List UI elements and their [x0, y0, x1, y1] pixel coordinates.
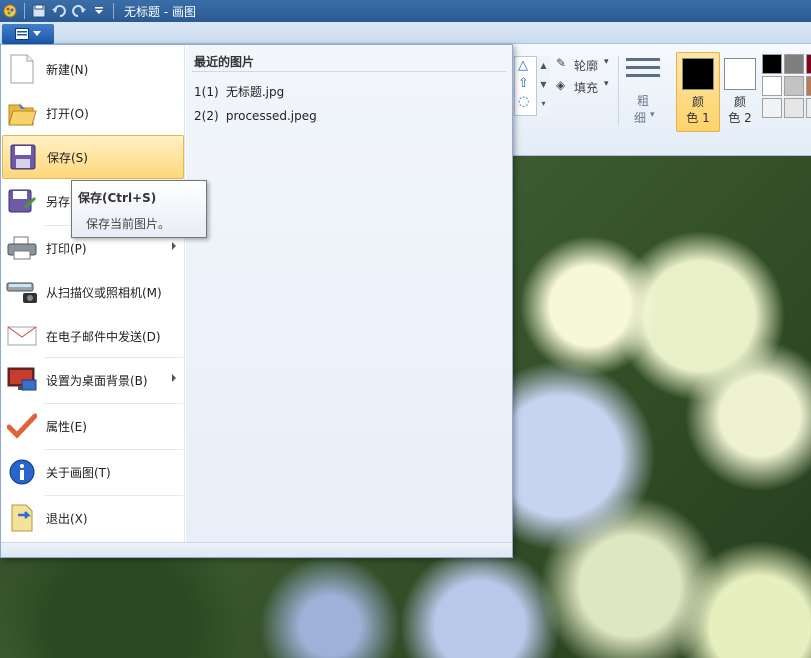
- outline-label[interactable]: 轮廓: [574, 57, 598, 74]
- palette-color-swatch[interactable]: [806, 76, 811, 96]
- file-menu-footer: [1, 542, 512, 557]
- recent-item-name: processed.jpeg: [225, 109, 317, 123]
- shapes-scroll-icon[interactable]: ▲ ▼ ▾: [536, 56, 550, 116]
- save-icon: [10, 144, 36, 170]
- customize-dropdown-icon[interactable]: [89, 1, 109, 21]
- menu-item-email[interactable]: 在电子邮件中发送(D): [2, 314, 184, 358]
- window-title: 无标题 - 画图: [124, 4, 196, 19]
- recent-pictures-panel: 最近的图片 1(1) 无标题.jpg 2(2) processed.jpeg: [186, 45, 512, 542]
- menu-item-label: 打开(O): [46, 106, 89, 121]
- menu-item-label: 打印(P): [46, 241, 87, 256]
- paint-menu-icon: [15, 28, 29, 40]
- palette-color-swatch[interactable]: [806, 98, 811, 118]
- palette-color-swatch[interactable]: [784, 54, 804, 74]
- chevron-down-icon: [33, 31, 41, 36]
- menu-item-label: 从扫描仪或照相机(M): [46, 285, 162, 300]
- menu-item-about[interactable]: 关于画图(T): [2, 450, 184, 494]
- redo-icon[interactable]: [69, 1, 89, 21]
- email-icon: [7, 326, 37, 346]
- file-menu-commands: 新建(N) 打开(O) 保存(S) 另存为 打印(P) 从扫描仪或照相机(M) …: [1, 45, 185, 542]
- menu-item-exit[interactable]: 退出(X): [2, 496, 184, 540]
- triangle-shape-icon[interactable]: △: [518, 58, 528, 73]
- menu-item-label: 关于画图(T): [46, 465, 111, 480]
- color2-label-bottom: 色 2: [728, 111, 752, 125]
- save-icon[interactable]: [29, 1, 49, 21]
- outline-icon: ✎: [556, 56, 567, 70]
- recent-item[interactable]: 1(1) 无标题.jpg: [194, 83, 284, 100]
- recent-item-name: 无标题.jpg: [225, 85, 285, 99]
- color-palette: [762, 54, 811, 118]
- properties-checkmark-icon: [7, 413, 37, 439]
- menu-item-label: 在电子邮件中发送(D): [46, 329, 161, 344]
- palette-color-swatch[interactable]: [762, 98, 782, 118]
- exit-icon: [11, 504, 33, 532]
- tooltip-title: 保存(Ctrl+S): [78, 191, 157, 205]
- palette-color-swatch[interactable]: [784, 98, 804, 118]
- ribbon-separator: [618, 56, 619, 126]
- color2-button[interactable]: 颜 色 2: [718, 52, 762, 132]
- save-as-icon: [8, 189, 36, 213]
- size-dropdown-icon[interactable]: ▾: [650, 110, 655, 120]
- arrow-up-shape-icon[interactable]: ⇧: [518, 76, 529, 91]
- palette-color-swatch[interactable]: [762, 54, 782, 74]
- menu-item-save[interactable]: 保存(S): [2, 135, 184, 179]
- qat-separator: [113, 3, 114, 19]
- outline-dropdown-icon[interactable]: ▾: [604, 57, 609, 67]
- size-label-bottom[interactable]: 细: [634, 109, 646, 126]
- menu-item-label: 属性(E): [46, 419, 87, 434]
- file-menu: 新建(N) 打开(O) 保存(S) 另存为 打印(P) 从扫描仪或照相机(M) …: [0, 44, 513, 558]
- paint-app-icon[interactable]: [0, 1, 20, 21]
- menu-item-open[interactable]: 打开(O): [2, 91, 184, 135]
- menu-item-label: 保存(S): [47, 150, 88, 165]
- fill-dropdown-icon[interactable]: ▾: [604, 79, 609, 89]
- size-label-top[interactable]: 粗: [637, 92, 649, 109]
- menu-item-new[interactable]: 新建(N): [2, 47, 184, 91]
- open-folder-icon: [8, 103, 37, 126]
- palette-color-swatch[interactable]: [806, 54, 811, 74]
- scanner-icon: [6, 282, 37, 303]
- quick-access-toolbar: [0, 0, 118, 22]
- submenu-arrow-icon: [172, 242, 176, 250]
- ribbon-tab-bar: [0, 22, 811, 44]
- info-icon: [9, 459, 35, 485]
- color2-label-top: 颜: [733, 95, 746, 109]
- fill-icon: ◈: [556, 78, 566, 92]
- menu-item-label: 新建(N): [46, 62, 89, 77]
- printer-icon: [7, 236, 37, 260]
- stroke-size-icon[interactable]: [626, 58, 660, 84]
- submenu-arrow-icon: [172, 374, 176, 382]
- color1-label-bottom: 色 1: [686, 111, 710, 125]
- tooltip-body: 保存当前图片。: [86, 217, 171, 231]
- menu-item-desktop-background[interactable]: 设置为桌面背景(B): [2, 358, 184, 402]
- qat-separator: [24, 3, 25, 19]
- color1-button[interactable]: 颜 色 1: [676, 52, 720, 132]
- recent-pictures-header: 最近的图片: [194, 55, 255, 69]
- new-document-icon: [10, 54, 34, 84]
- menu-item-label: 退出(X): [46, 511, 88, 526]
- color2-swatch: [724, 58, 756, 90]
- title-bar: 无标题 - 画图: [0, 0, 811, 22]
- color1-label-top: 颜: [691, 95, 704, 109]
- recent-item-number: 1(1): [194, 85, 219, 99]
- callout-shape-icon[interactable]: ◌: [518, 94, 529, 109]
- menu-item-properties[interactable]: 属性(E): [2, 404, 184, 448]
- save-tooltip: 保存(Ctrl+S) 保存当前图片。: [71, 180, 207, 238]
- menu-item-label: 设置为桌面背景(B): [46, 373, 148, 388]
- recent-header-divider: [192, 71, 506, 72]
- paint-menu-button[interactable]: [2, 24, 54, 44]
- recent-item-number: 2(2): [194, 109, 219, 123]
- fill-label[interactable]: 填充: [574, 79, 598, 96]
- menu-item-scanner[interactable]: 从扫描仪或照相机(M): [2, 270, 184, 314]
- desktop-background-icon: [7, 367, 37, 391]
- recent-item[interactable]: 2(2) processed.jpeg: [194, 109, 317, 123]
- color1-swatch: [682, 58, 714, 90]
- palette-color-swatch[interactable]: [784, 76, 804, 96]
- palette-color-swatch[interactable]: [762, 76, 782, 96]
- undo-icon[interactable]: [49, 1, 69, 21]
